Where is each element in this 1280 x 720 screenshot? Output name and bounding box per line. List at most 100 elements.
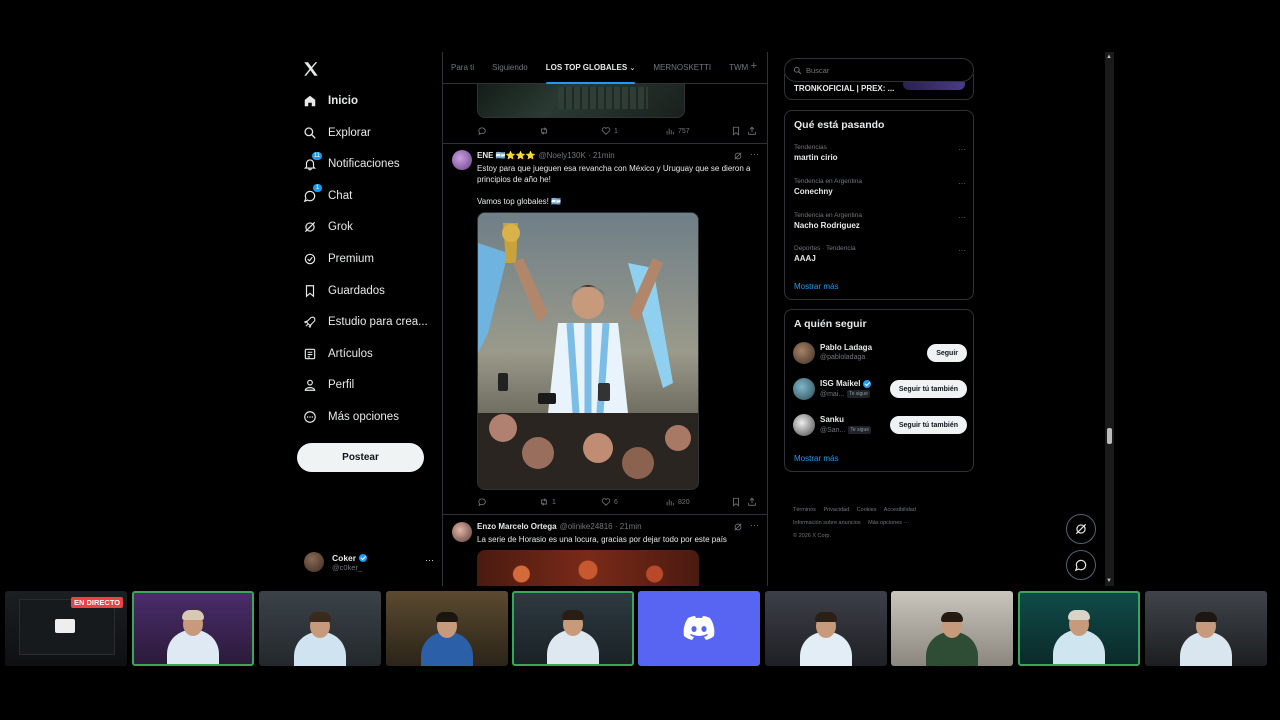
tab-for-you[interactable]: Para ti xyxy=(451,52,474,84)
views-button[interactable]: 757 xyxy=(665,126,731,136)
nav-item-explore[interactable]: Explorar xyxy=(302,122,371,144)
follow-button[interactable]: Seguir xyxy=(927,344,967,362)
show-more-link[interactable]: Mostrar más xyxy=(794,454,838,463)
trend-item[interactable]: Tendencia en Argentina Conechny ··· xyxy=(794,178,966,196)
tab-los-top-globales[interactable]: LOS TOP GLOBALES ⌄ xyxy=(545,52,635,84)
follow-back-button[interactable]: Seguir tú también xyxy=(889,416,967,434)
bookmark-button[interactable] xyxy=(731,497,747,507)
tweet-photo[interactable] xyxy=(477,212,699,490)
repost-icon xyxy=(541,498,547,506)
grok-icon[interactable] xyxy=(733,151,743,161)
participant-tile[interactable] xyxy=(132,591,254,666)
more-options-icon[interactable]: ··· xyxy=(958,145,966,154)
nav-item-profile[interactable]: Perfil xyxy=(302,374,354,396)
author-name[interactable]: Enzo Marcelo Ortega xyxy=(477,522,557,531)
participant-tile[interactable] xyxy=(386,591,508,666)
follow-suggestion[interactable]: ISG Maikel @mai... Te sigue Seguir tú tam… xyxy=(793,376,967,402)
messages-floating-button[interactable] xyxy=(1066,550,1096,580)
page-scrollbar[interactable]: ▲ ▼ xyxy=(1105,52,1114,586)
follows-you-badge: Te sigue xyxy=(848,426,872,434)
more-options-icon[interactable]: ··· xyxy=(425,555,434,565)
discord-tile[interactable] xyxy=(638,591,760,666)
add-tab-icon[interactable]: + xyxy=(751,60,757,72)
nav-item-grok[interactable]: Grok xyxy=(302,216,353,238)
participant-tile[interactable] xyxy=(1145,591,1267,666)
search-input[interactable] xyxy=(806,65,956,75)
grok-floating-button[interactable] xyxy=(1066,514,1096,544)
participant-tile[interactable] xyxy=(765,591,887,666)
search-box[interactable] xyxy=(784,58,974,82)
share-button[interactable] xyxy=(747,497,760,507)
trend-item[interactable]: Deportes · Tendencia AAAJ ··· xyxy=(794,245,966,263)
timeline-tabs: Para ti Siguiendo LOS TOP GLOBALES ⌄ MER… xyxy=(443,52,767,84)
repost-button[interactable] xyxy=(539,126,601,136)
trend-item[interactable]: Tendencia en Argentina Nacho Rodriguez ·… xyxy=(794,212,966,230)
scroll-down-icon[interactable]: ▼ xyxy=(1106,578,1112,584)
divider xyxy=(443,143,767,144)
nav-item-more[interactable]: Más opciones xyxy=(302,406,399,428)
more-options-icon[interactable]: ··· xyxy=(958,213,966,222)
grok-icon[interactable] xyxy=(733,522,743,532)
footer-link[interactable]: Cookies xyxy=(857,507,877,513)
scroll-up-icon[interactable]: ▲ xyxy=(1106,54,1112,60)
participant-tile[interactable] xyxy=(891,591,1013,666)
discord-icon xyxy=(683,616,715,640)
tab-twm[interactable]: TWM xyxy=(729,52,748,84)
footer-link[interactable]: Accesibilidad xyxy=(884,507,916,513)
tweet-actions: 1 6 820 xyxy=(477,495,761,509)
nav-item-premium[interactable]: Premium xyxy=(302,248,374,270)
nav-item-bookmarks[interactable]: Guardados xyxy=(302,280,385,302)
author-handle-time[interactable]: @Noely130K · 21min xyxy=(539,151,615,160)
nav-item-chat[interactable]: 1 Chat xyxy=(302,184,352,207)
x-logo-icon[interactable] xyxy=(302,60,320,78)
footer-link[interactable]: Más opciones ··· xyxy=(868,520,909,526)
reply-button[interactable] xyxy=(477,497,539,507)
participant-tile[interactable] xyxy=(1018,591,1140,666)
scroll-thumb[interactable] xyxy=(1107,428,1112,444)
repost-button[interactable]: 1 xyxy=(539,497,601,507)
follow-suggestion[interactable]: Pablo Ladaga @pabloladaga Seguir xyxy=(793,340,967,366)
screen-share-tile[interactable]: EN DIRECTO xyxy=(5,591,127,666)
nav-item-home[interactable]: Inicio xyxy=(302,90,358,112)
footer-links: Términos Privacidad Cookies Accesibilida… xyxy=(793,504,973,543)
share-button[interactable] xyxy=(747,126,760,136)
trending-card: Qué está pasando Tendencias martin cirio… xyxy=(784,110,974,300)
more-options-icon[interactable]: ··· xyxy=(750,520,759,530)
like-button[interactable]: 6 xyxy=(601,497,665,507)
views-button[interactable]: 820 xyxy=(665,497,731,507)
participant-tile[interactable] xyxy=(512,591,634,666)
post-button[interactable]: Postear xyxy=(297,443,424,472)
nav-item-notifications[interactable]: 11 Notificaciones xyxy=(302,152,400,175)
author-handle-time[interactable]: @olinike24816 · 21min xyxy=(560,522,642,531)
trend-item[interactable]: Tendencias martin cirio ··· xyxy=(794,144,966,162)
tab-following[interactable]: Siguiendo xyxy=(492,52,528,84)
follow-back-button[interactable]: Seguir tú también xyxy=(889,380,967,398)
left-navigation: Inicio Explorar 11 Notificaciones 1 Chat… xyxy=(296,52,436,582)
live-badge: EN DIRECTO xyxy=(71,597,124,608)
search-icon xyxy=(302,125,318,141)
tweet-photo[interactable] xyxy=(477,550,699,586)
reply-button[interactable] xyxy=(477,126,539,136)
show-more-link[interactable]: Mostrar más xyxy=(794,282,838,291)
more-options-icon[interactable]: ··· xyxy=(958,246,966,255)
account-switcher[interactable]: Coker @c0ker_ ··· xyxy=(304,549,434,575)
nav-item-articles[interactable]: Artículos xyxy=(302,343,373,365)
footer-link[interactable]: Términos xyxy=(793,507,816,513)
footer-link[interactable]: Información sobre anuncios xyxy=(793,520,861,526)
who-to-follow-title: A quién seguir xyxy=(794,318,867,330)
bookmark-button[interactable] xyxy=(731,126,747,136)
footer-link[interactable]: Privacidad xyxy=(823,507,849,513)
nav-label: Guardados xyxy=(328,285,385,297)
avatar[interactable] xyxy=(452,522,472,542)
tab-mernosketti[interactable]: MERNOSKETTI xyxy=(653,52,711,84)
author-name[interactable]: ENE 🇦🇷⭐⭐⭐ xyxy=(477,151,536,160)
follow-suggestion[interactable]: Sanku @San... Te sigue Seguir tú también xyxy=(793,412,967,438)
more-options-icon[interactable]: ··· xyxy=(958,179,966,188)
grok-icon xyxy=(302,219,318,235)
nav-item-creator-studio[interactable]: Estudio para crea... xyxy=(302,311,428,333)
more-options-icon[interactable]: ··· xyxy=(750,149,759,159)
avatar[interactable] xyxy=(452,150,472,170)
like-button[interactable]: 1 xyxy=(601,126,665,136)
previous-tweet-image[interactable] xyxy=(477,82,685,118)
participant-tile[interactable] xyxy=(259,591,381,666)
